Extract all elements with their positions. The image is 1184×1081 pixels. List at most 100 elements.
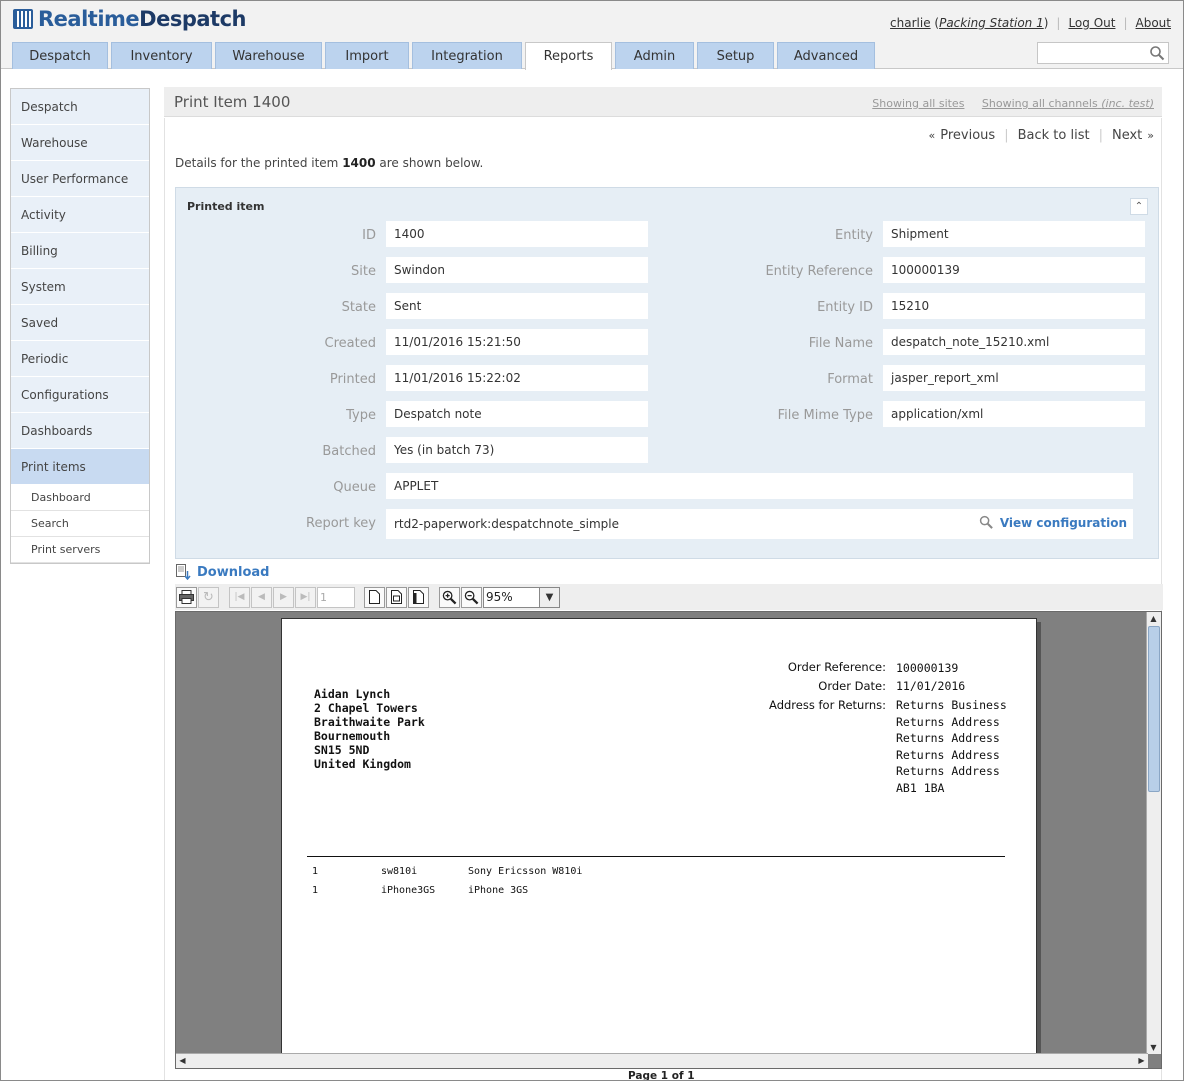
field-value-printed: 11/01/2016 15:22:02 (386, 365, 648, 391)
reload-button[interactable]: ↻ (198, 586, 219, 608)
scroll-thumb[interactable] (1148, 626, 1160, 792)
previous-page-icon: ◀ (258, 592, 265, 602)
zoom-in-icon (442, 590, 457, 604)
last-page-icon: ▶| (300, 592, 311, 602)
logo-text-despatch: Despatch (139, 7, 246, 31)
field-value-entity: Shipment (883, 221, 1145, 247)
search-icon[interactable] (1149, 45, 1165, 61)
sidebar-item-despatch[interactable]: Despatch (11, 89, 149, 125)
sidebar-item-periodic[interactable]: Periodic (11, 341, 149, 377)
field-value-id: 1400 (386, 221, 648, 247)
sidebar-item-print-items[interactable]: Print items (11, 449, 149, 485)
field-value-batched: Yes (in batch 73) (386, 437, 648, 463)
scroll-up-button[interactable]: ▲ (1147, 612, 1160, 625)
sidebar-item-dashboards[interactable]: Dashboards (11, 413, 149, 449)
sidebar-item-activity[interactable]: Activity (11, 197, 149, 233)
zoom-dropdown-button[interactable]: ▼ (539, 586, 560, 608)
sidebar-item-saved[interactable]: Saved (11, 305, 149, 341)
scroll-down-button[interactable]: ▼ (1147, 1041, 1160, 1054)
arrow-up-icon: ▲ (1150, 614, 1157, 623)
vertical-scrollbar[interactable]: ▲ ▼ (1146, 612, 1161, 1054)
fit-width-button[interactable] (408, 586, 429, 608)
about-link[interactable]: About (1136, 16, 1171, 30)
scope-links: Showing all sites Showing all channels (… (872, 97, 1154, 110)
previous-page-button[interactable]: ◀ (251, 586, 272, 608)
tab-reports[interactable]: Reports (525, 42, 612, 70)
download-label: Download (197, 564, 270, 580)
sidebar-item-billing[interactable]: Billing (11, 233, 149, 269)
page-number-input[interactable]: 1 (317, 586, 355, 608)
tab-admin[interactable]: Admin (615, 42, 694, 69)
field-label-batched: Batched (322, 444, 376, 459)
scroll-left-button[interactable]: ◀ (176, 1054, 189, 1067)
back-to-list-link[interactable]: Back to list (1018, 128, 1090, 143)
field-label-id: ID (362, 228, 376, 243)
sidebar-item-system[interactable]: System (11, 269, 149, 305)
sidebar-subitem-print-servers[interactable]: Print servers (11, 537, 149, 563)
sidebar-item-configurations[interactable]: Configurations (11, 377, 149, 413)
tab-despatch[interactable]: Despatch (12, 42, 108, 69)
order-reference-value: 100000139 (896, 661, 959, 675)
previous-link[interactable]: Previous (940, 128, 995, 143)
tab-setup[interactable]: Setup (697, 42, 774, 69)
tab-integration[interactable]: Integration (412, 42, 522, 69)
returns-address-label: Address for Returns: (769, 698, 886, 712)
intro-text: Details for the printed item 1400 are sh… (175, 156, 483, 170)
returns-address: Returns Business Returns Address Returns… (896, 697, 1007, 796)
print-button[interactable] (176, 586, 197, 608)
logo[interactable]: Realtime Despatch (13, 7, 246, 31)
document-viewer[interactable]: Aidan Lynch 2 Chapel Towers Braithwaite … (175, 611, 1162, 1069)
address-line: SN15 5ND (314, 743, 370, 757)
magnifier-icon (979, 515, 993, 529)
field-value-report-key: rtd2-paperwork:despatchnote_simple View … (386, 509, 1133, 539)
next-link[interactable]: Next (1112, 128, 1142, 143)
sidebar-item-user-performance[interactable]: User Performance (11, 161, 149, 197)
tab-import[interactable]: Import (325, 42, 409, 69)
sidebar-item-warehouse[interactable]: Warehouse (11, 125, 149, 161)
page-status: Page 1 of 1 (628, 1070, 695, 1081)
zoom-out-button[interactable] (461, 586, 482, 608)
horizontal-scrollbar[interactable]: ◀ ▶ (176, 1053, 1148, 1068)
order-date-label: Order Date: (818, 679, 886, 693)
scroll-right-button[interactable]: ▶ (1135, 1054, 1148, 1067)
first-page-button[interactable]: |◀ (229, 586, 250, 608)
download-link[interactable]: Download (175, 564, 269, 580)
fit-width-icon (413, 590, 424, 604)
field-value-file-mime-type: application/xml (883, 401, 1145, 427)
returns-address-line: Returns Address (896, 731, 1000, 745)
app-window: Realtime Despatch charlie (Packing Statio… (0, 0, 1184, 1081)
separator: | (1056, 16, 1061, 30)
sidebar-subitem-search[interactable]: Search (11, 511, 149, 537)
zoom-level-input[interactable]: 95% (483, 586, 539, 608)
showing-channels-link[interactable]: Showing all channels (inc. test) (982, 97, 1154, 110)
next-page-button[interactable]: ▶ (273, 586, 294, 608)
returns-address-line: AB1 1BA (896, 780, 945, 795)
tab-inventory[interactable]: Inventory (111, 42, 212, 69)
sidebar-subitem-dashboard[interactable]: Dashboard (11, 485, 149, 511)
tab-advanced[interactable]: Advanced (777, 42, 875, 69)
user-name-link[interactable]: charlie (890, 16, 931, 30)
separator: | (1004, 128, 1009, 143)
document-page: Aidan Lynch 2 Chapel Towers Braithwaite … (281, 618, 1037, 1068)
view-configuration-link[interactable]: View configuration (979, 515, 1127, 530)
arrow-right-icon: ▶ (1138, 1056, 1145, 1065)
returns-address-line: Returns Address (896, 747, 1000, 762)
actual-size-button[interactable] (364, 586, 385, 608)
line-qty: 1 (312, 866, 319, 877)
zoom-in-button[interactable] (439, 586, 460, 608)
field-value-entity-id: 15210 (883, 293, 1145, 319)
tab-warehouse[interactable]: Warehouse (215, 42, 322, 69)
station-link[interactable]: Packing Station 1 (939, 16, 1044, 30)
showing-channels-text: Showing all channels (981, 97, 1098, 110)
field-value-created: 11/01/2016 15:21:50 (386, 329, 648, 355)
collapse-button[interactable]: ⌃ (1130, 198, 1148, 215)
logout-link[interactable]: Log Out (1068, 16, 1115, 30)
address-line: Braithwaite Park (314, 715, 425, 729)
showing-sites-link[interactable]: Showing all sites (872, 97, 964, 110)
logo-text-realtime: Realtime (38, 7, 140, 31)
search-input[interactable] (1037, 42, 1169, 64)
fit-page-button[interactable] (386, 586, 407, 608)
record-pager: « Previous | Back to list | Next » (929, 128, 1154, 143)
field-label-file-mime-type: File Mime Type (777, 408, 873, 423)
last-page-button[interactable]: ▶| (295, 586, 316, 608)
